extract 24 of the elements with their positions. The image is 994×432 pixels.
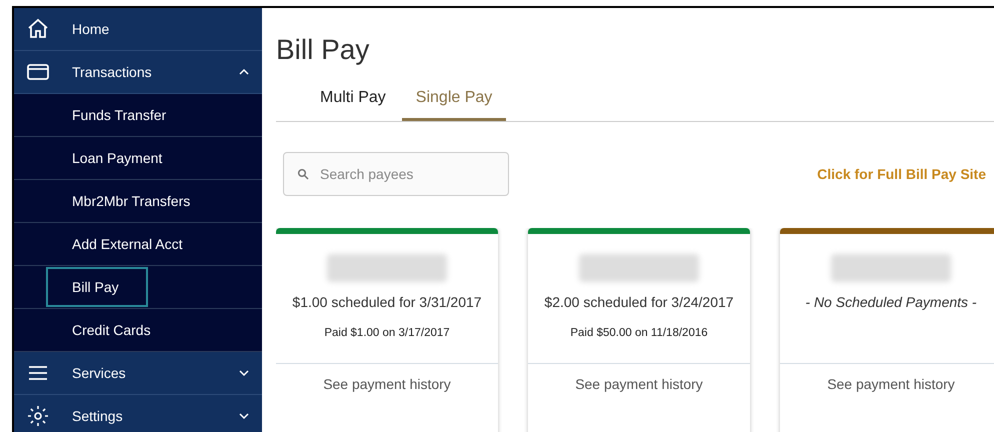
submenu-item[interactable]: Mbr2Mbr Transfers	[46, 181, 192, 221]
submenu-item[interactable]: Loan Payment	[46, 138, 164, 178]
submenu-item[interactable]: Funds Transfer	[46, 95, 168, 135]
settings-icon	[26, 404, 50, 428]
history-link[interactable]: See payment history	[528, 364, 750, 404]
home-icon	[26, 17, 50, 41]
history-link[interactable]: See payment history	[780, 364, 994, 404]
tab[interactable]: Multi Pay	[306, 86, 400, 121]
sidebar-item[interactable]: Settings	[14, 395, 262, 432]
paid-text: Paid $50.00 on 11/18/2016	[570, 326, 708, 341]
submenu-item[interactable]: Add External Acct	[46, 224, 185, 264]
submenu-item[interactable]: Credit Cards	[46, 310, 153, 350]
tab[interactable]: Single Pay	[402, 86, 506, 121]
sidebar-item[interactable]: Home	[14, 8, 262, 51]
sidebar-item[interactable]: Services	[14, 352, 262, 395]
no-payments-text: - No Scheduled Payments -	[805, 293, 977, 312]
submenu-item[interactable]: Bill Pay	[46, 267, 148, 307]
scheduled-text: $1.00 scheduled for 3/31/2017	[292, 293, 482, 312]
search-icon	[297, 168, 309, 180]
search-field[interactable]: Search payees	[283, 152, 509, 196]
history-link[interactable]: See payment history	[276, 364, 498, 404]
page-title: Bill Pay	[276, 36, 370, 64]
scheduled-text: $2.00 scheduled for 3/24/2017	[544, 293, 734, 312]
paid-text: Paid $1.00 on 3/17/2017	[324, 326, 450, 341]
